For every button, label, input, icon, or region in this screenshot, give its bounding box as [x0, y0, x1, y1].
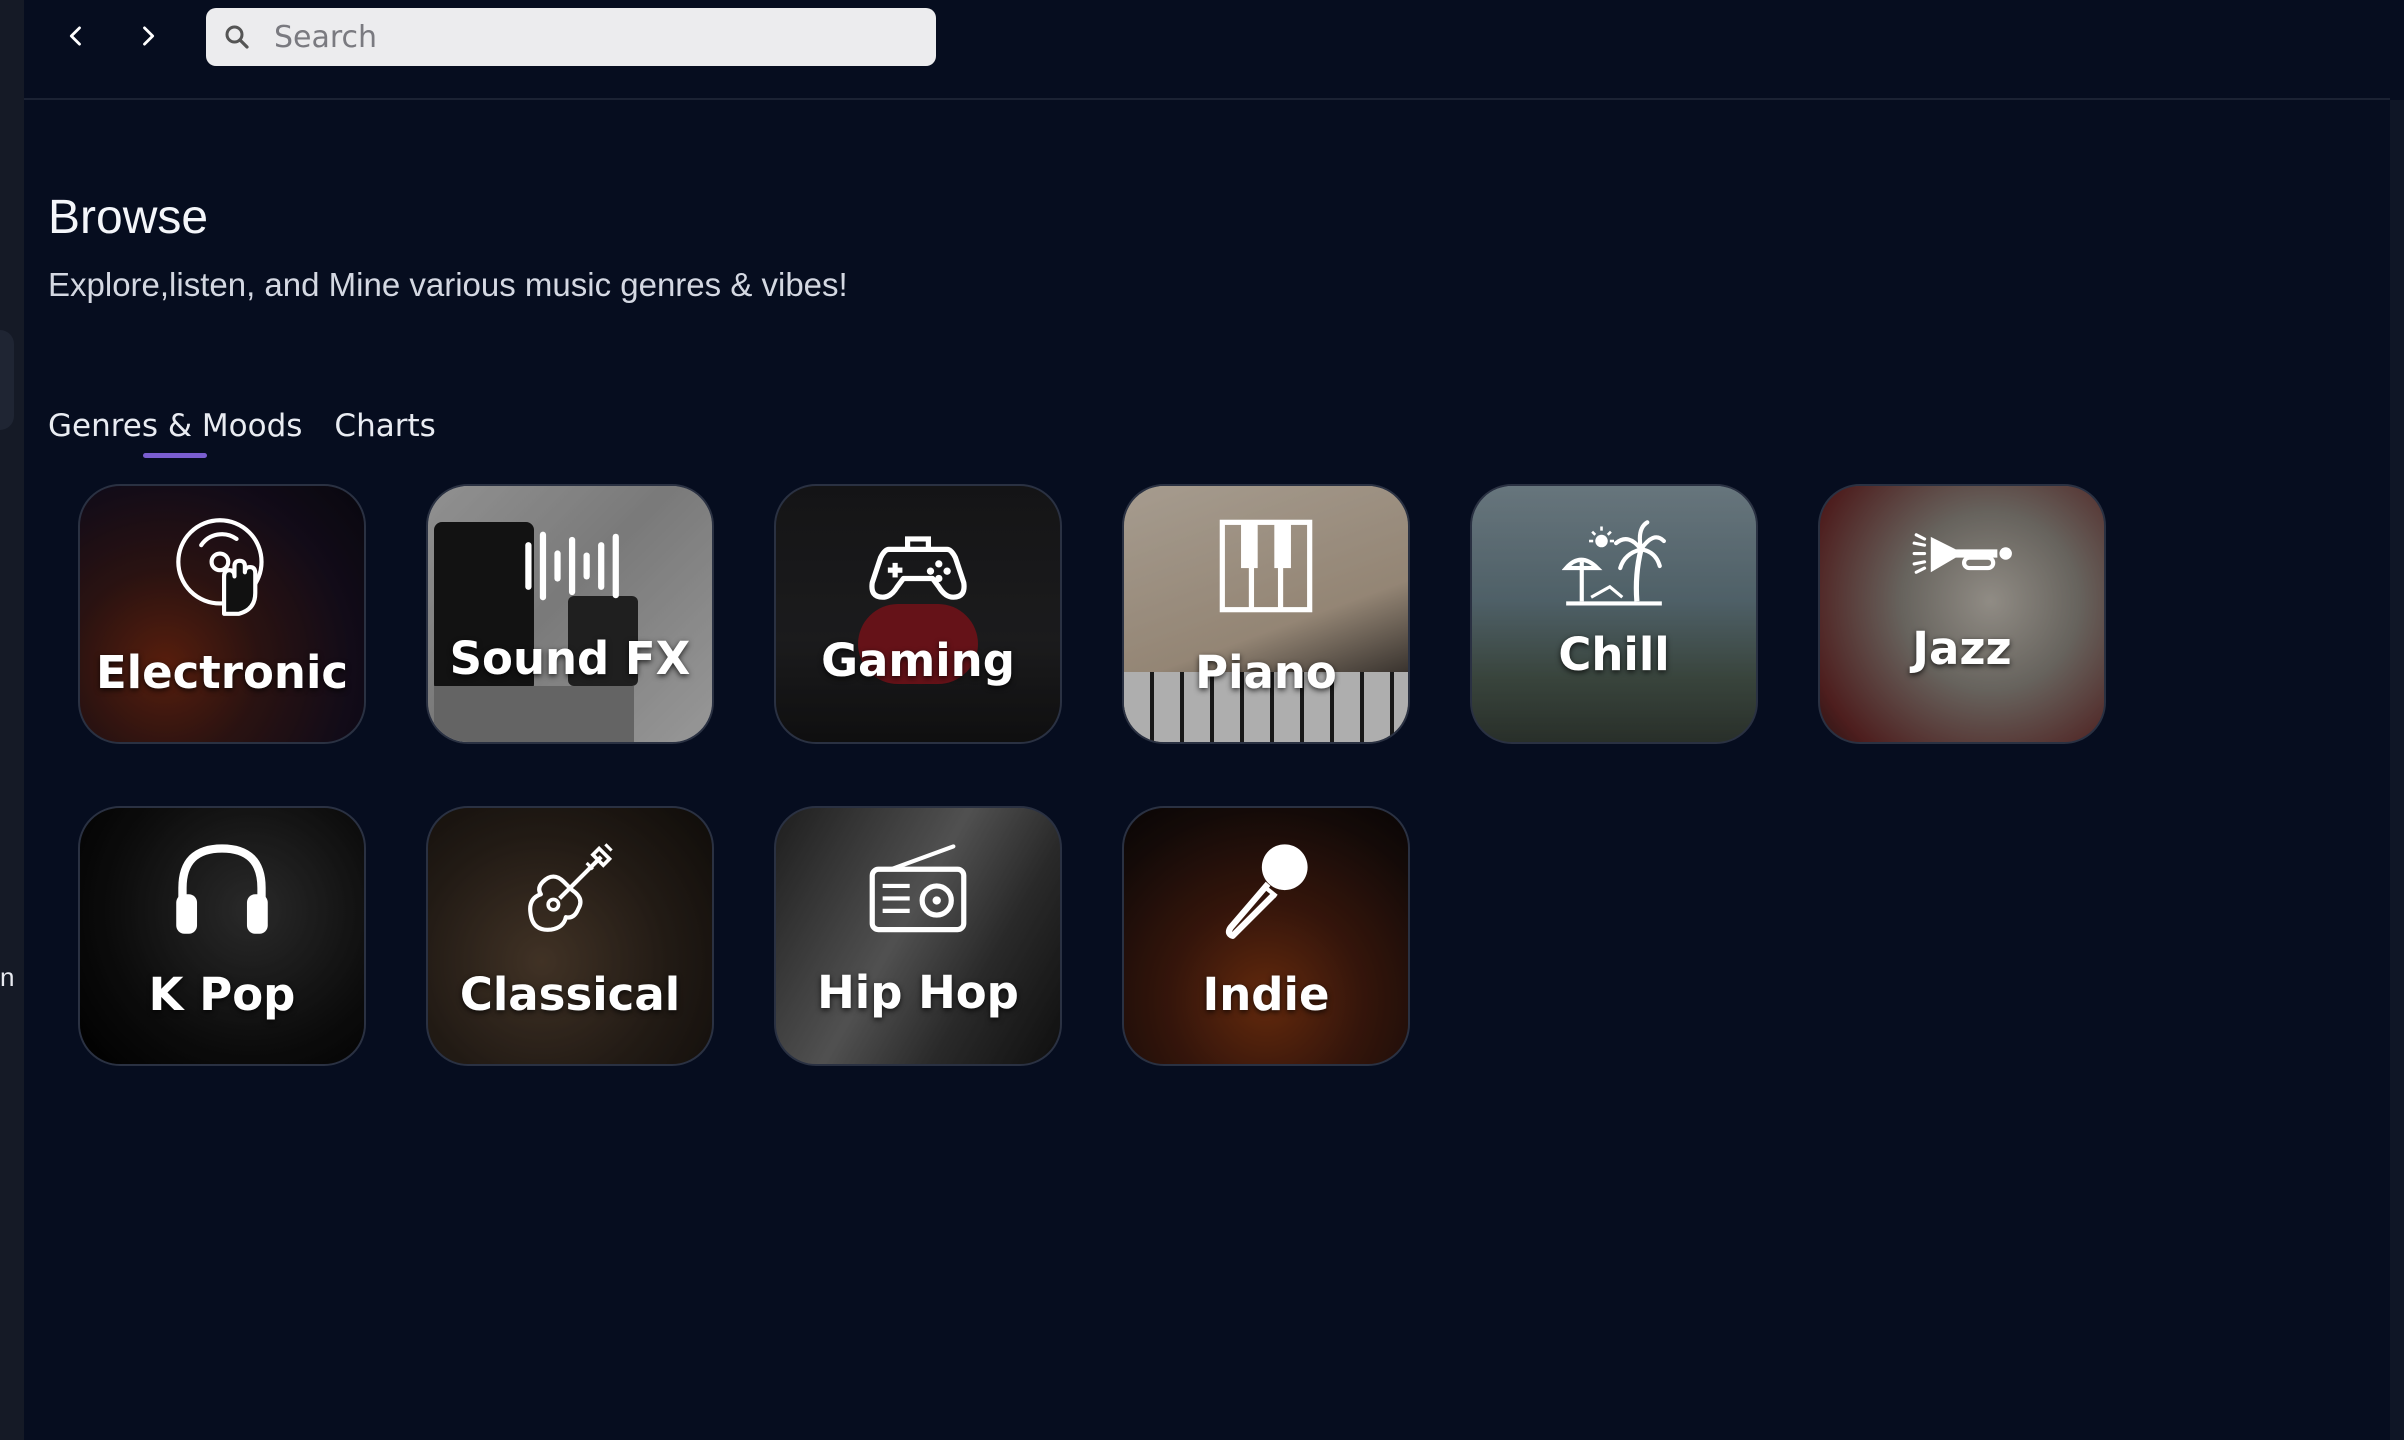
chevron-right-icon	[143, 26, 155, 46]
tab-genres-moods[interactable]: Genres & Moods	[48, 408, 302, 458]
trumpet-icon	[1912, 533, 2012, 574]
scrollbar-track[interactable]	[2390, 100, 2404, 1440]
genre-label: Classical	[459, 968, 681, 1021]
genre-label: Sound FX	[449, 632, 691, 685]
genre-label: K Pop	[148, 968, 296, 1021]
genre-tile-piano[interactable]: Piano	[1122, 484, 1410, 744]
forward-button[interactable]	[126, 14, 170, 58]
genre-tile-electronic[interactable]: Electronic	[78, 484, 366, 744]
page-subtitle: Explore,listen, and Mine various music g…	[48, 266, 848, 303]
beach-umbrella-palm-icon	[1562, 520, 1666, 606]
radio-icon	[869, 844, 967, 933]
microphone-icon	[1225, 844, 1308, 939]
genre-tile-jazz[interactable]: Jazz	[1818, 484, 2106, 744]
genre-tile-chill[interactable]: Chill	[1470, 484, 1758, 744]
genre-tile-classical[interactable]: Classical	[426, 806, 714, 1066]
genre-tile-hip-hop[interactable]: Hip Hop	[774, 806, 1062, 1066]
search-input[interactable]	[272, 18, 916, 56]
dj-turntable-icon	[176, 518, 264, 616]
genre-tile-gaming[interactable]: Gaming	[774, 484, 1062, 744]
tab-charts[interactable]: Charts	[334, 408, 435, 458]
genre-label: Indie	[1202, 968, 1330, 1021]
left-sidebar-edge: n	[0, 0, 24, 1440]
genre-label: Jazz	[1912, 622, 2012, 675]
genre-label: Electronic	[95, 646, 349, 699]
chevron-left-icon	[69, 26, 81, 46]
back-button[interactable]	[54, 14, 98, 58]
gamepad-icon	[869, 536, 967, 600]
sidebar-collapse-handle[interactable]	[0, 330, 14, 430]
top-bar	[24, 0, 2390, 100]
piano-keys-icon	[1219, 519, 1313, 613]
sidebar-clipped-text: n	[0, 962, 15, 992]
genre-tile-k-pop[interactable]: K Pop	[78, 806, 366, 1066]
genre-label: Hip Hop	[817, 966, 1019, 1019]
genre-label: Chill	[1558, 628, 1670, 681]
genre-label: Gaming	[821, 634, 1015, 687]
guitar-icon	[528, 843, 613, 932]
sound-wave-icon	[525, 531, 619, 601]
genre-label: Piano	[1195, 646, 1337, 699]
browse-tabs: Genres & Moods Charts	[48, 408, 436, 458]
search-bar[interactable]	[206, 8, 936, 66]
genre-tile-indie[interactable]: Indie	[1122, 806, 1410, 1066]
genre-tile-sound-fx[interactable]: Sound FX	[426, 484, 714, 744]
search-icon	[225, 25, 249, 49]
headphones-icon	[176, 844, 268, 934]
page-title: Browse	[48, 191, 209, 244]
